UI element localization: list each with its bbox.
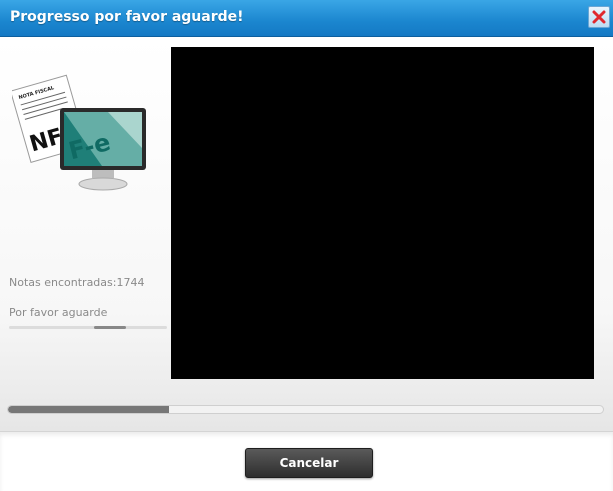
window-title: Progresso por favor aguarde! [10, 9, 244, 25]
wait-label: Por favor aguarde [9, 306, 108, 319]
found-notes-text: Notas encontradas: [9, 276, 117, 289]
nfe-illustration: NOTA FISCAL NF F-e [12, 74, 146, 191]
close-button[interactable] [588, 6, 610, 28]
found-notes-label: Notas encontradas:1744 [9, 276, 144, 289]
main-progress-fill [8, 406, 169, 413]
wait-progress-indicator [94, 326, 126, 329]
found-notes-count: 1744 [116, 276, 145, 289]
preview-panel [171, 47, 594, 379]
wait-progress-bar [9, 326, 167, 329]
title-bar: Progresso por favor aguarde! [0, 0, 613, 37]
close-x-icon [592, 10, 606, 24]
main-progress-bar [7, 405, 604, 414]
dialog-footer: Cancelar [0, 431, 613, 491]
cancel-button[interactable]: Cancelar [245, 448, 373, 478]
